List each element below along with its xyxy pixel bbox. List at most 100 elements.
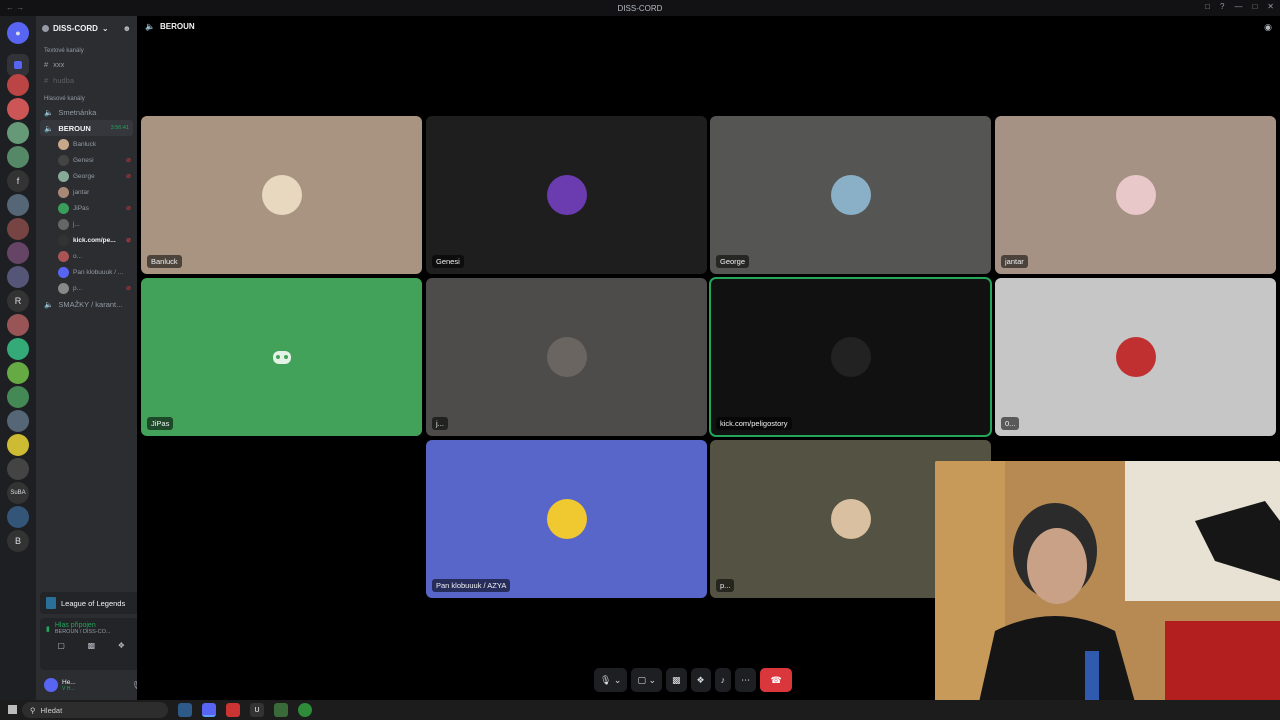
server-icon[interactable] xyxy=(7,434,29,456)
server-icon[interactable] xyxy=(7,54,29,76)
more-button[interactable]: ⋯ xyxy=(735,668,757,692)
video-tile[interactable]: JiPas xyxy=(141,278,422,436)
server-icon[interactable]: R xyxy=(7,290,29,312)
video-tile[interactable]: 0... xyxy=(995,278,1276,436)
discord-logo-icon xyxy=(262,337,302,377)
speaker-icon: 🔈 xyxy=(44,299,54,309)
server-icon[interactable] xyxy=(7,242,29,264)
server-icon[interactable] xyxy=(7,74,29,96)
server-icon[interactable] xyxy=(7,194,29,216)
taskbar-search[interactable]: ⚲ Hledat xyxy=(22,702,168,718)
server-icon[interactable]: SuBA xyxy=(7,482,29,504)
server-icon[interactable] xyxy=(7,218,29,240)
voice-member[interactable]: kick.com/pe... ⊘ xyxy=(36,232,137,248)
avatar xyxy=(58,282,69,294)
voice-member[interactable]: JiPas ⊘ xyxy=(36,200,137,216)
app-icon[interactable]: U xyxy=(250,703,264,717)
voice-member[interactable]: o... xyxy=(36,248,137,264)
webcam-image xyxy=(935,461,1280,720)
back-forward-icon[interactable]: ← → xyxy=(6,3,24,12)
member-name: p... xyxy=(73,284,83,292)
browser-icon[interactable] xyxy=(298,703,312,717)
member-name: o... xyxy=(73,252,83,260)
server-icon[interactable]: B xyxy=(7,530,29,552)
discord-taskbar-icon[interactable] xyxy=(202,703,216,717)
avatar xyxy=(58,170,69,182)
server-icon[interactable] xyxy=(7,122,29,144)
video-tile[interactable]: George xyxy=(710,116,991,274)
avatar xyxy=(58,250,69,262)
muted-icon: ⊘ xyxy=(125,173,131,180)
app-icon[interactable] xyxy=(274,703,288,717)
server-icon[interactable]: f xyxy=(7,170,29,192)
video-tile[interactable]: Banluck xyxy=(141,116,422,274)
avatar xyxy=(830,175,871,215)
server-icon[interactable] xyxy=(7,458,29,480)
windows-start-icon[interactable] xyxy=(8,705,17,714)
close-button[interactable]: ✕ xyxy=(1267,2,1274,11)
voice-channel[interactable]: 🔈 Smetnánka xyxy=(36,104,137,120)
os-taskbar: ⚲ Hledat U xyxy=(0,700,1280,720)
voice-member[interactable]: George ⊘ xyxy=(36,168,137,184)
server-icon[interactable] xyxy=(7,362,29,384)
avatar xyxy=(58,266,69,278)
discord-home-icon[interactable]: ● xyxy=(7,22,29,44)
video-tile[interactable]: j... xyxy=(426,278,707,436)
minimize-button[interactable]: — xyxy=(1234,2,1242,11)
member-name: JiPas xyxy=(73,204,89,212)
maximize-button[interactable]: □ xyxy=(1252,2,1257,11)
app-icon[interactable] xyxy=(178,703,192,717)
video-tile[interactable]: jantar xyxy=(995,116,1276,274)
server-icon[interactable] xyxy=(7,146,29,168)
server-icon[interactable] xyxy=(7,314,29,336)
voice-member[interactable]: Banluck xyxy=(36,136,137,152)
disconnect-button[interactable]: ☎ xyxy=(760,668,793,692)
server-icon[interactable] xyxy=(7,410,29,432)
avatar xyxy=(830,499,871,539)
activities-button[interactable]: ❖ xyxy=(690,668,711,692)
member-name: Pan klobuuuk / ... xyxy=(73,268,124,276)
activities-icon[interactable]: ❖ xyxy=(118,641,125,650)
app-icon[interactable] xyxy=(226,703,240,717)
add-member-icon[interactable]: ☻ xyxy=(123,24,131,33)
screen-share-icon[interactable]: ▩ xyxy=(88,641,96,650)
avatar xyxy=(58,138,69,150)
user-name: He... xyxy=(62,678,76,686)
category-voice[interactable]: Hlasové kanály xyxy=(36,94,137,104)
call-header: 🔈 BEROUN xyxy=(145,22,195,31)
voice-member[interactable]: Genesi ⊘ xyxy=(36,152,137,168)
mic-toggle-button[interactable]: 🎙 ⌄ xyxy=(594,668,628,692)
server-icon[interactable] xyxy=(7,98,29,120)
video-tile[interactable]: Pan klobuuuk / AZYA xyxy=(426,440,707,598)
camera-toggle-button[interactable]: ▢ ⌄ xyxy=(631,668,663,692)
server-icon[interactable] xyxy=(7,266,29,288)
chat-icon[interactable]: ◉ xyxy=(1264,22,1272,33)
muted-icon: ⊘ xyxy=(125,157,131,164)
avatar xyxy=(546,499,587,539)
inbox-icon[interactable]: □ xyxy=(1205,2,1210,11)
avatar[interactable] xyxy=(44,678,58,692)
voice-channel-active[interactable]: 🔈 BEROUN 3:56:41 xyxy=(40,120,133,136)
soundboard-button[interactable]: ♪ xyxy=(714,668,732,692)
voice-channel[interactable]: 🔈 SMAŽKY / karant... xyxy=(36,296,137,312)
screen-share-button[interactable]: ▩ xyxy=(666,668,687,692)
text-channel[interactable]: # hudba xyxy=(36,72,137,88)
video-tile[interactable]: kick.com/peligostory xyxy=(709,277,992,437)
member-name: jantar xyxy=(73,188,90,196)
server-header[interactable]: DISS-CORD ⌄ ☻ xyxy=(36,16,137,40)
server-icon[interactable] xyxy=(7,386,29,408)
text-channel[interactable]: # xxx xyxy=(36,56,137,72)
voice-member[interactable]: Pan klobuuuk / ... xyxy=(36,264,137,280)
voice-member[interactable]: p... ⊘ xyxy=(36,280,137,296)
avatar xyxy=(58,154,69,166)
voice-member[interactable]: j... xyxy=(36,216,137,232)
hash-icon: # xyxy=(44,59,49,69)
camera-icon[interactable]: ▢ xyxy=(57,641,65,650)
video-tile[interactable]: Genesi xyxy=(426,116,707,274)
server-icon[interactable] xyxy=(7,338,29,360)
category-text[interactable]: Textové kanály xyxy=(36,46,137,56)
server-icon[interactable] xyxy=(7,506,29,528)
help-icon[interactable]: ? xyxy=(1220,2,1224,11)
voice-member[interactable]: jantar xyxy=(36,184,137,200)
avatar xyxy=(261,175,302,215)
